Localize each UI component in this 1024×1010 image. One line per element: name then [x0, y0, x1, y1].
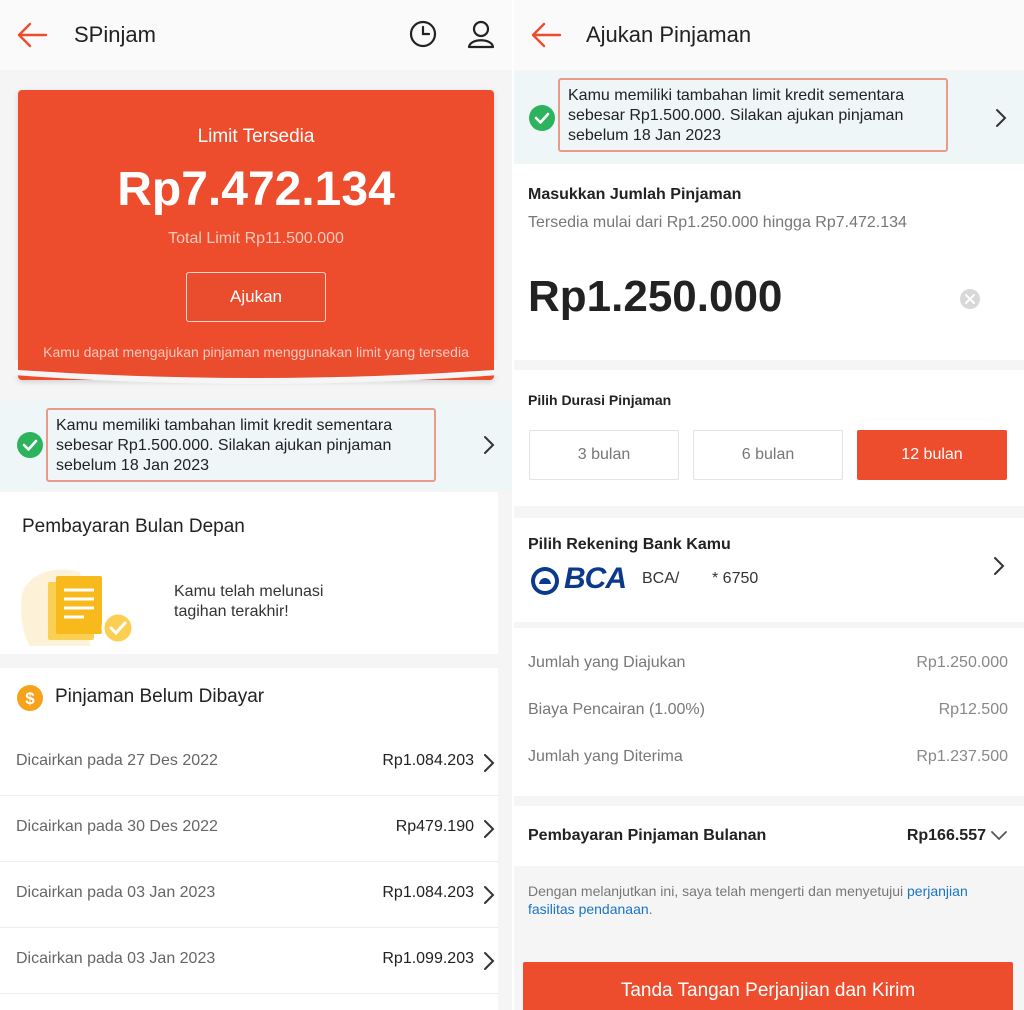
total-limit: Total Limit Rp11.500.000: [168, 230, 344, 247]
bank-account-card[interactable]: Pilih Rekening Bank Kamu BCA BCA/ * 6750: [514, 518, 1024, 622]
summary-row: Biaya Pencairan (1.00%) Rp12.500: [528, 701, 1008, 719]
loan-row[interactable]: Dicairkan pada 27 Des 2022 Rp1.084.203: [0, 730, 498, 796]
chevron-right-icon: [996, 109, 1007, 127]
limit-note: Kamu dapat mengajukan pinjaman menggunak…: [43, 344, 469, 360]
loan-date: Dicairkan pada 03 Jan 2023: [16, 884, 216, 901]
check-circle-icon: [17, 432, 43, 458]
svg-text:$: $: [25, 689, 35, 708]
user-icon[interactable]: [466, 18, 496, 50]
bank-title: Pilih Rekening Bank Kamu: [528, 536, 731, 553]
temporary-limit-banner[interactable]: Kamu memiliki tambahan limit kredit seme…: [0, 400, 512, 490]
account-number: * 6750: [712, 570, 759, 587]
amount-title: Masukkan Jumlah Pinjaman: [528, 186, 742, 203]
bank-name: BCA/: [642, 570, 680, 587]
card-wave-decoration: [0, 360, 512, 384]
monthly-value: Rp166.557: [906, 827, 986, 844]
summary-label: Biaya Pencairan (1.00%): [528, 701, 705, 718]
bca-emblem-icon: [531, 567, 559, 595]
loan-amount-input[interactable]: Rp1.250.000: [528, 272, 782, 322]
loan-amount: Rp1.099.203: [382, 950, 474, 967]
loan-amount: Rp1.084.203: [382, 884, 474, 901]
summary-row: Jumlah yang Diterima Rp1.237.500: [528, 748, 1008, 766]
arrow-left-icon[interactable]: [16, 20, 48, 50]
paid-bill-icon: [21, 569, 135, 646]
coin-icon: $: [17, 685, 43, 711]
chevron-right-icon: [484, 952, 495, 970]
available-limit: Rp7.472.134: [117, 163, 395, 216]
next-payment-title: Pembayaran Bulan Depan: [22, 516, 245, 537]
paid-message: Kamu telah melunasi tagihan terakhir!: [174, 583, 324, 620]
duration-option-3[interactable]: 3 bulan: [529, 430, 679, 480]
banner-text: Kamu memiliki tambahan limit kredit seme…: [558, 78, 948, 152]
unpaid-title: Pinjaman Belum Dibayar: [55, 686, 265, 707]
duration-option-12[interactable]: 12 bulan: [857, 430, 1007, 480]
sign-and-submit-button[interactable]: Tanda Tangan Perjanjian dan Kirim: [523, 962, 1013, 1010]
loan-amount: Rp479.190: [395, 818, 474, 835]
clear-icon[interactable]: [959, 288, 981, 310]
arrow-left-icon[interactable]: [530, 20, 562, 50]
top-bar: SPinjam: [0, 0, 512, 70]
check-circle-icon: [529, 105, 555, 131]
loan-application-screen: Ajukan Pinjaman Kamu memiliki tambahan l…: [514, 0, 1024, 1010]
summary-card: Jumlah yang Diajukan Rp1.250.000 Biaya P…: [514, 628, 1024, 796]
summary-label: Jumlah yang Diajukan: [528, 654, 686, 671]
monthly-payment-row[interactable]: Pembayaran Pinjaman Bulanan Rp166.557: [514, 806, 1024, 866]
summary-value: Rp12.500: [938, 701, 1008, 718]
loan-date: Dicairkan pada 30 Des 2022: [16, 818, 218, 835]
summary-value: Rp1.250.000: [916, 654, 1008, 671]
chevron-right-icon: [484, 886, 495, 904]
spinjam-screen: SPinjam Limit Tersedia Rp7.472.134 Total…: [0, 0, 512, 1010]
loan-date: Dicairkan pada 03 Jan 2023: [16, 950, 216, 967]
chevron-right-icon: [484, 820, 495, 838]
page-title: SPinjam: [74, 22, 156, 47]
chevron-right-icon: [484, 754, 495, 772]
loan-date: Dicairkan pada 27 Des 2022: [16, 752, 218, 769]
duration-option-6[interactable]: 6 bulan: [693, 430, 843, 480]
bank-logo: BCA: [564, 562, 627, 595]
temporary-limit-banner[interactable]: Kamu memiliki tambahan limit kredit seme…: [514, 72, 1024, 162]
terms-text: Dengan melanjutkan ini, saya telah menge…: [528, 883, 968, 917]
amount-card: Masukkan Jumlah Pinjaman Tersedia mulai …: [514, 164, 1024, 360]
monthly-label: Pembayaran Pinjaman Bulanan: [528, 827, 767, 844]
duration-title: Pilih Durasi Pinjaman: [528, 392, 672, 408]
summary-value: Rp1.237.500: [916, 748, 1008, 765]
credit-limit-card: Limit Tersedia Rp7.472.134 Total Limit R…: [18, 90, 494, 380]
loan-amount: Rp1.084.203: [382, 752, 474, 769]
limit-label: Limit Tersedia: [197, 126, 315, 147]
loan-row[interactable]: Dicairkan pada 03 Jan 2023 Rp1.099.203: [0, 928, 498, 994]
summary-row: Jumlah yang Diajukan Rp1.250.000: [528, 654, 1008, 672]
top-bar: Ajukan Pinjaman: [514, 0, 1024, 70]
chevron-right-icon: [484, 436, 495, 454]
amount-range: Tersedia mulai dari Rp1.250.000 hingga R…: [528, 214, 907, 231]
banner-text: Kamu memiliki tambahan limit kredit seme…: [46, 408, 436, 482]
apply-button[interactable]: Ajukan: [186, 272, 326, 322]
loan-row[interactable]: Dicairkan pada 30 Des 2022 Rp479.190: [0, 796, 498, 862]
chevron-right-icon: [994, 557, 1005, 575]
next-payment-card: Pembayaran Bulan Depan Kamu telah meluna…: [0, 492, 498, 654]
loan-row[interactable]: Dicairkan pada 03 Jan 2023 Rp1.084.203: [0, 862, 498, 928]
page-title: Ajukan Pinjaman: [586, 22, 752, 47]
summary-label: Jumlah yang Diterima: [528, 748, 683, 765]
chevron-down-icon: [991, 831, 1007, 841]
clock-icon[interactable]: [408, 18, 438, 50]
